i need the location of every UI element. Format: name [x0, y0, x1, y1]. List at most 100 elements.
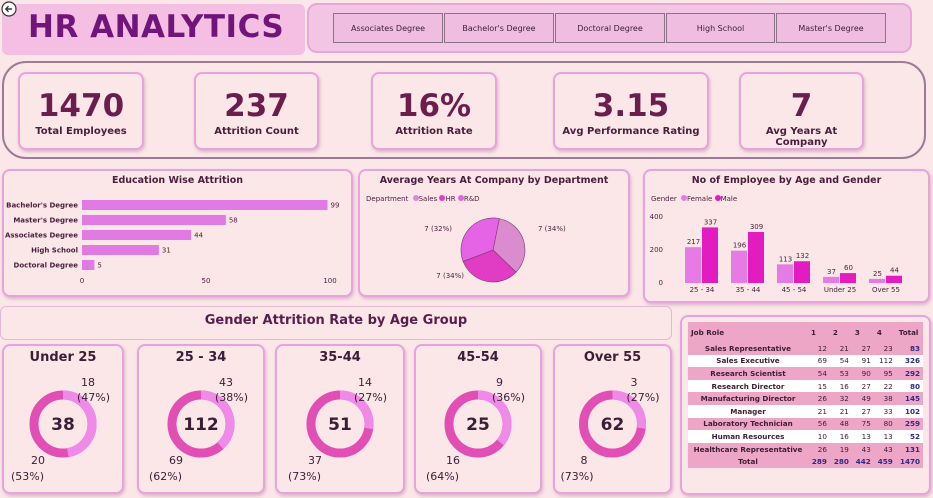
donut-bottom-value: 16: [446, 454, 460, 467]
donut-bottom-value: 8: [581, 454, 588, 467]
donut-top-pct: (47%): [77, 391, 110, 404]
slice-label: 7 (32%): [424, 225, 452, 233]
donut-top-value: 3: [631, 376, 638, 389]
slicer-high-school[interactable]: High School: [666, 13, 775, 43]
donut-total: 112: [183, 415, 219, 435]
donut-chart: 62 3 (27%) 8 (73%): [561, 376, 660, 483]
table-cell: 145: [904, 394, 920, 404]
table-row: Manufacturing Director 26 32 49 38 145: [688, 392, 923, 405]
legend-label: HR: [445, 195, 456, 203]
category-label: Doctoral Degree: [14, 262, 79, 270]
table-cell: 459: [877, 457, 893, 467]
donut-chart: 51 14 (27%) 37 (73%): [288, 376, 387, 483]
slicer-masters-degree[interactable]: Master's Degree: [776, 13, 886, 43]
donut-bottom-value: 37: [308, 454, 322, 467]
page-title: HR ANALYTICS: [28, 9, 285, 45]
row-label: Sales Representative: [704, 343, 792, 353]
data-label: 58: [229, 217, 238, 225]
legend-title: Gender: [651, 195, 677, 203]
table-cell: 131: [904, 444, 920, 454]
data-label: 132: [796, 252, 809, 260]
table-cell: 75: [861, 419, 871, 429]
table-header-row: Job Role 1 2 3 4 Total: [688, 322, 923, 342]
donut-total: 25: [466, 415, 490, 435]
donut-chart: 38 18 (47%) 20 (53%): [11, 376, 110, 483]
table-cell: 26: [817, 394, 827, 404]
table-cell: 22: [883, 381, 893, 391]
table-cell: 27: [861, 343, 871, 353]
dept-years-card: Average Years At Company by Department D…: [358, 169, 630, 297]
donut-card-45-54: 45-54 25 9 (36%) 16 (64%): [414, 344, 542, 494]
table-cell: 19: [839, 444, 849, 454]
kpi-attrition-count: 237 Attrition Count: [194, 72, 319, 150]
table-cell: 32: [839, 394, 849, 404]
legend-label: R&D: [463, 195, 480, 203]
kpi-attrition-rate: 16% Attrition Rate: [371, 72, 497, 150]
dept-years-pie: 7 (34%) 7 (32%) 7 (34%): [424, 217, 566, 283]
column-header-4[interactable]: 4: [873, 322, 896, 342]
table-cell: 23: [883, 343, 893, 353]
table-cell: 38: [883, 394, 893, 404]
donut-title: 25 - 34: [175, 350, 227, 365]
chart-title: Education Wise Attrition: [111, 175, 244, 186]
column-header-total[interactable]: Total: [895, 322, 923, 342]
kpi-label: Avg Performance Rating: [562, 126, 700, 137]
table-cell: 90: [861, 368, 871, 378]
table-cell: 56: [817, 419, 827, 429]
data-label: 217: [687, 238, 700, 246]
table-row: Research Scientist 54 53 90 95 292: [688, 367, 923, 380]
x-tick-label: 0: [80, 277, 84, 285]
data-label: 44: [890, 267, 899, 275]
donut-top-pct: (27%): [354, 391, 387, 404]
donut-top-value: 43: [219, 376, 233, 389]
donut-top-pct: (38%): [215, 391, 248, 404]
donut-total: 62: [601, 415, 625, 435]
table-cell: 13: [883, 431, 893, 441]
column-header-3[interactable]: 3: [851, 322, 874, 342]
donut-top-value: 9: [496, 376, 503, 389]
slicer-bachelors-degree[interactable]: Bachelor's Degree: [444, 13, 554, 43]
x-tick-label: Over 55: [872, 286, 900, 294]
kpi-value: 3.15: [592, 88, 670, 124]
back-arrow-icon[interactable]: [1, 1, 17, 17]
row-label: Research Scientist: [710, 368, 786, 378]
y-tick-label: 400: [650, 213, 663, 221]
x-tick-label: Under 25: [824, 286, 856, 294]
column-header-1[interactable]: 1: [807, 322, 830, 342]
category-label: Associates Degree: [5, 232, 78, 240]
table-cell: 15: [817, 381, 827, 391]
bar: [794, 261, 810, 283]
table-row: Human Resources 10 16 13 13 52: [688, 430, 923, 443]
row-label: Total: [738, 457, 758, 467]
table-cell: 91: [861, 356, 871, 366]
bar: [82, 230, 192, 240]
y-tick-label: 200: [650, 246, 663, 254]
education-attrition-card: Education Wise Attrition Bachelor's Degr…: [2, 169, 353, 297]
bar: [82, 260, 95, 270]
table-cell: 21: [839, 406, 849, 416]
column-header-job-role[interactable]: Job Role: [688, 322, 808, 342]
table-cell: 12: [817, 343, 827, 353]
kpi-label: Total Employees: [35, 126, 127, 137]
job-role-matrix-card: Job Role 1 2 3 4 Total Sales Representat…: [680, 315, 931, 495]
table-cell: 289: [811, 457, 827, 467]
table-cell: 292: [904, 368, 920, 378]
donut-title: Under 25: [29, 350, 97, 365]
y-tick-label: 0: [659, 279, 663, 287]
table-cell: 54: [817, 368, 827, 378]
table-cell: 1470: [899, 457, 920, 467]
slicer-associates-degree[interactable]: Associates Degree: [333, 13, 443, 43]
age-gender-card: No of Employee by Age and Gender Gender …: [643, 169, 930, 303]
table-cell: 49: [861, 394, 871, 404]
table-cell: 259: [904, 419, 920, 429]
table-cell: 16: [839, 431, 849, 441]
bar: [731, 250, 747, 283]
kpi-avg-years-at-company: 7 Avg Years At Company: [739, 72, 864, 150]
column-header-2[interactable]: 2: [829, 322, 852, 342]
pie-legend: Department Sales HR R&D: [366, 195, 480, 203]
donut-chart: 25 9 (36%) 16 (64%): [426, 376, 525, 483]
donut-chart: 112 43 (38%) 69 (62%): [149, 376, 248, 483]
x-tick-label: 35 - 44: [736, 286, 761, 294]
data-label: 309: [750, 223, 763, 231]
slicer-doctoral-degree[interactable]: Doctoral Degree: [555, 13, 665, 43]
